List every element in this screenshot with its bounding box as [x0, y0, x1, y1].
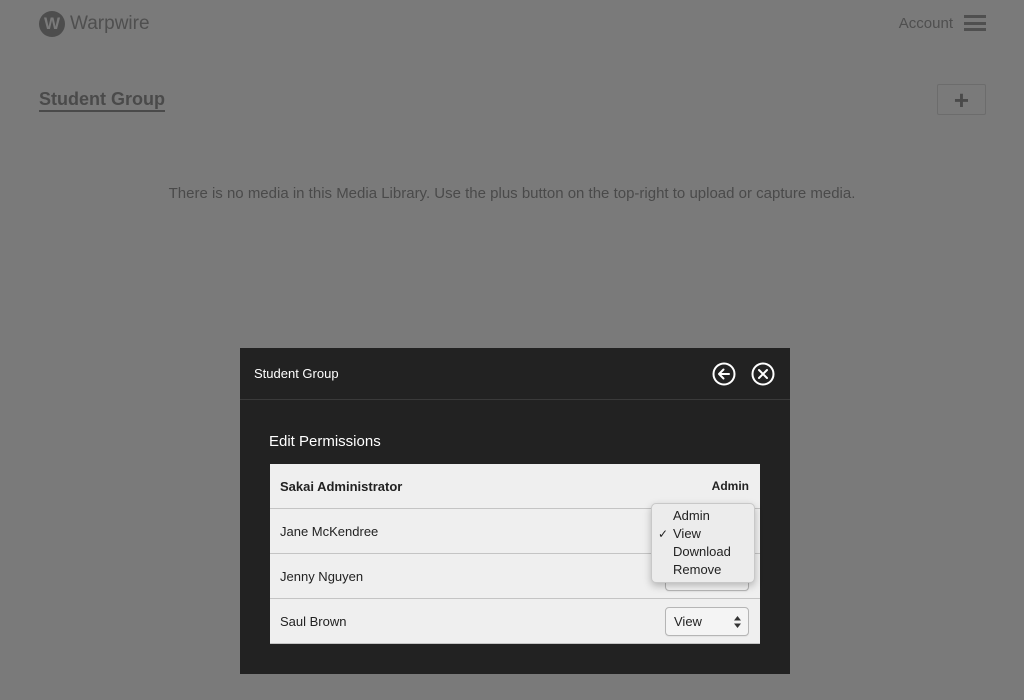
role-dropdown-menu: Admin ✓ View Download Remove	[651, 503, 755, 583]
role-select-value: View	[674, 614, 702, 629]
dropdown-option-remove[interactable]: Remove	[652, 561, 754, 579]
user-name: Jane McKendree	[280, 523, 379, 539]
media-library-title[interactable]: Student Group	[39, 89, 165, 112]
table-row: Saul Brown View	[270, 599, 760, 644]
edit-permissions-heading: Edit Permissions	[269, 433, 381, 450]
empty-library-message: There is no media in this Media Library.…	[168, 185, 856, 202]
dropdown-option-download[interactable]: Download	[652, 543, 754, 561]
brand-name: Warpwire	[70, 13, 150, 34]
select-arrows-icon	[734, 616, 741, 628]
dropdown-option-admin[interactable]: Admin	[652, 507, 754, 525]
option-label: View	[673, 526, 701, 541]
close-icon[interactable]	[751, 362, 775, 386]
add-media-button[interactable]: +	[937, 84, 986, 115]
role-label: Admin	[711, 479, 749, 493]
top-navigation-bar: W Warpwire Account	[0, 0, 1024, 48]
user-name: Jenny Nguyen	[280, 568, 364, 584]
modal-header: Student Group	[240, 348, 790, 400]
user-name: Sakai Administrator	[280, 478, 403, 494]
account-link[interactable]: Account	[899, 15, 953, 32]
option-label: Remove	[673, 562, 722, 577]
dropdown-option-view[interactable]: ✓ View	[652, 525, 754, 543]
back-arrow-icon[interactable]	[712, 362, 736, 386]
option-label: Admin	[673, 508, 710, 523]
option-label: Download	[673, 544, 731, 559]
warpwire-logo[interactable]: W Warpwire	[39, 11, 150, 37]
role-select[interactable]: View	[665, 607, 749, 636]
user-name: Saul Brown	[280, 613, 347, 629]
logo-mark-icon: W	[39, 11, 65, 37]
hamburger-menu-icon[interactable]	[964, 15, 986, 31]
checkmark-icon: ✓	[658, 527, 669, 541]
modal-title: Student Group	[254, 366, 339, 381]
